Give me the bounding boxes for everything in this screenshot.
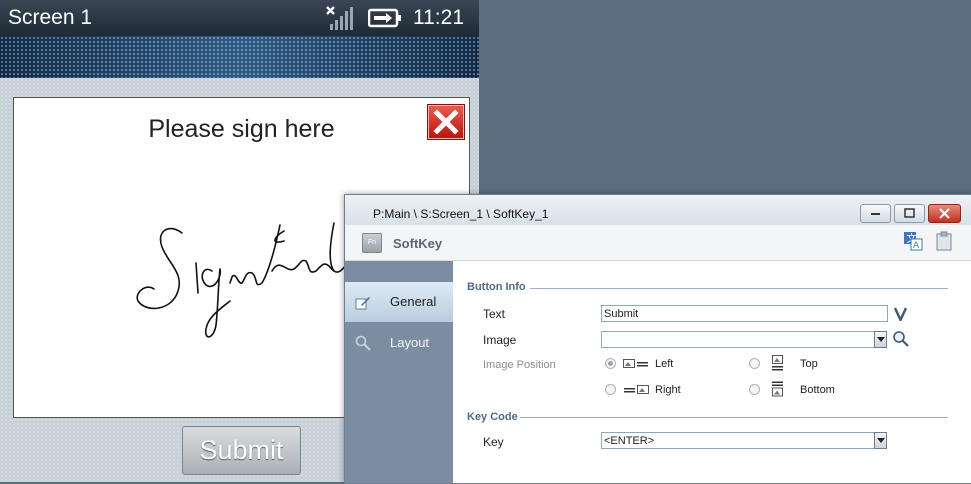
position-left-label: Left xyxy=(655,358,674,370)
properties-dialog: P:Main \ S:Screen_1 \ SoftKey_1 Fn SoftK… xyxy=(344,194,971,484)
close-button[interactable] xyxy=(427,104,465,140)
section-title-button-info: Button Info xyxy=(467,281,526,293)
browse-search-icon[interactable] xyxy=(892,330,909,347)
window-close-button[interactable] xyxy=(928,204,961,223)
nav-label-layout: Layout xyxy=(390,335,430,350)
close-icon xyxy=(939,208,950,219)
text-field[interactable]: Submit xyxy=(601,305,888,322)
submit-button[interactable]: Submit xyxy=(182,426,301,475)
position-right-label: Right xyxy=(655,384,681,396)
radio-position-bottom[interactable] xyxy=(749,384,760,395)
maximize-icon xyxy=(904,208,915,218)
variable-icon[interactable] xyxy=(894,306,907,321)
status-bar: Screen 1 11:21 xyxy=(0,0,479,36)
nav-label-general: General xyxy=(390,294,437,309)
minimize-button[interactable] xyxy=(860,204,891,223)
dialog-header: Fn SoftKey 文 A xyxy=(345,225,971,261)
signal-off-icon xyxy=(326,6,353,30)
battery-charging-icon xyxy=(368,8,401,28)
section-divider xyxy=(530,288,948,289)
radio-position-left[interactable] xyxy=(605,358,616,369)
key-dropdown-button[interactable] xyxy=(874,432,887,449)
image-right-icon xyxy=(624,385,649,394)
svg-text:A: A xyxy=(913,241,920,251)
image-position-label: Image Position xyxy=(483,359,556,371)
edit-icon xyxy=(355,297,370,310)
minimize-icon xyxy=(871,213,880,215)
dialog-titlebar[interactable]: P:Main \ S:Screen_1 \ SoftKey_1 xyxy=(345,195,971,225)
image-top-icon xyxy=(772,355,783,371)
header-band xyxy=(0,36,479,78)
radio-position-right[interactable] xyxy=(605,384,616,395)
key-label: Key xyxy=(483,435,504,449)
chevron-down-icon xyxy=(877,438,885,443)
nav-item-general[interactable]: General xyxy=(345,282,453,322)
section-divider xyxy=(520,417,948,418)
position-top-label: Top xyxy=(800,358,818,370)
dialog-path: P:Main \ S:Screen_1 \ SoftKey_1 xyxy=(373,207,549,221)
nav-item-layout[interactable]: Layout xyxy=(345,323,453,363)
sign-prompt: Please sign here xyxy=(148,115,335,143)
image-label: Image xyxy=(483,333,517,347)
chevron-down-icon xyxy=(877,337,885,342)
dialog-heading: SoftKey xyxy=(393,236,443,251)
clipboard-icon[interactable] xyxy=(936,231,952,251)
screen-title: Screen 1 xyxy=(8,6,93,29)
dialog-content: Button Info Text Submit Image Image Posi… xyxy=(453,261,971,483)
image-field[interactable] xyxy=(601,331,875,348)
dialog-nav: General Layout xyxy=(345,261,453,483)
translate-icon[interactable]: 文 A xyxy=(903,231,923,251)
key-select[interactable]: <ENTER> xyxy=(601,432,875,449)
image-bottom-icon xyxy=(772,381,783,397)
zoom-icon xyxy=(355,335,371,351)
close-icon xyxy=(433,109,459,135)
radio-position-top[interactable] xyxy=(749,358,760,369)
position-bottom-label: Bottom xyxy=(800,384,835,396)
image-dropdown-button[interactable] xyxy=(874,331,887,348)
text-label: Text xyxy=(483,307,506,321)
clock: 11:21 xyxy=(413,6,464,29)
maximize-button[interactable] xyxy=(894,204,925,223)
softkey-type-icon: Fn xyxy=(362,233,382,253)
section-title-key-code: Key Code xyxy=(467,411,518,423)
image-left-icon xyxy=(623,359,648,368)
